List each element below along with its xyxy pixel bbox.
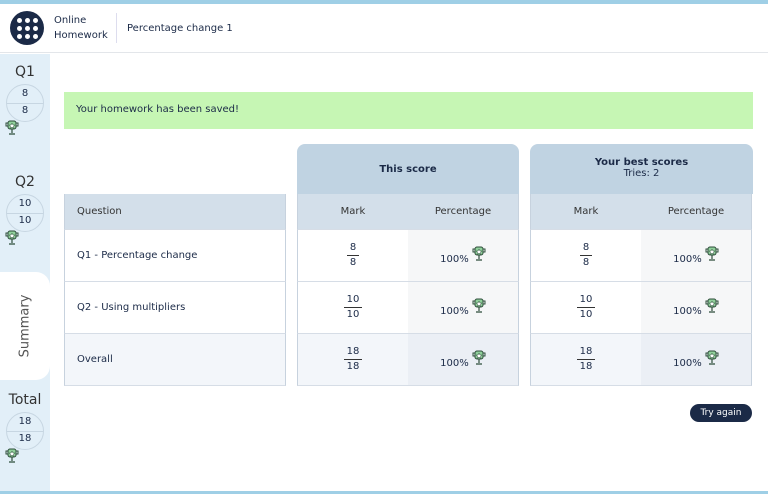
this-score-title: This score	[379, 164, 437, 175]
question-name[interactable]: Q1 - Percentage change	[64, 230, 286, 282]
trophy-icon	[705, 350, 719, 366]
table-row-overall: Overall 18 18 100% 18 18 100%	[64, 334, 752, 386]
score-circle: 88	[6, 84, 44, 122]
table-row[interactable]: Q2 - Using multipliers 10 10 100% 10 10 10…	[64, 282, 752, 334]
column-best-mark: Mark	[530, 194, 641, 230]
question-name[interactable]: Q2 - Using multipliers	[64, 282, 286, 334]
page-title: Percentage change 1	[127, 22, 233, 34]
best-percentage: 100%	[673, 306, 702, 317]
column-best-percentage: Percentage	[641, 194, 752, 230]
column-question: Question	[64, 194, 286, 230]
header: Online Homework Percentage change 1	[0, 4, 768, 53]
percentage: 100%	[440, 358, 469, 369]
sidebar-tab-q2[interactable]: Q2 10 10	[0, 164, 50, 232]
trophy-icon	[705, 246, 719, 262]
score-circle: 18 18	[6, 412, 44, 450]
trophy-icon	[472, 246, 486, 262]
score-numerator: 18	[18, 416, 32, 427]
trophy-icon	[5, 120, 19, 136]
divider	[116, 13, 117, 43]
sidebar: Q1 88 Q2 10 10 Summary Total 18 18	[0, 54, 50, 491]
best-percentage: 100%	[673, 358, 702, 369]
best-mark-fraction: 18 18	[576, 345, 596, 374]
brand-name: Online Homework	[54, 15, 108, 41]
percentage: 100%	[440, 306, 469, 317]
best-mark-fraction: 10 10	[576, 293, 596, 322]
score-denominator: 18	[18, 433, 32, 444]
score-circle: 10 10	[6, 194, 44, 232]
sidebar-tab-summary[interactable]: Summary	[0, 272, 50, 380]
saved-banner: Your homework has been saved!	[64, 92, 753, 129]
score-denominator: 10	[18, 215, 32, 226]
sidebar-tab-total[interactable]: Total 18 18	[0, 382, 50, 450]
score-numerator: 10	[18, 198, 32, 209]
mark-fraction: 10 10	[343, 293, 363, 322]
trophy-icon	[5, 448, 19, 464]
score-denominator: 8	[21, 105, 29, 116]
mark-fraction: 18 18	[343, 345, 363, 374]
tab-label: Total	[8, 392, 42, 408]
tab-label: Q2	[15, 174, 35, 190]
trophy-icon	[472, 298, 486, 314]
best-percentage: 100%	[673, 254, 702, 265]
mark-fraction: 88	[346, 241, 360, 270]
trophy-icon	[472, 350, 486, 366]
table-header-row: Question Mark Percentage Mark Percentage	[64, 194, 752, 230]
sidebar-tab-q1[interactable]: Q1 88	[0, 54, 50, 122]
table-row[interactable]: Q1 - Percentage change 88 100% 88 100%	[64, 230, 752, 282]
tab-label: Q1	[15, 64, 35, 80]
percentage: 100%	[440, 254, 469, 265]
best-scores-header: Your best scores Tries: 2	[530, 144, 753, 194]
column-mark: Mark	[297, 194, 408, 230]
score-numerator: 8	[21, 88, 29, 99]
question-name: Overall	[64, 334, 286, 386]
trophy-icon	[705, 298, 719, 314]
tries-count: Tries: 2	[623, 168, 660, 179]
try-again-button[interactable]: Try again	[690, 404, 752, 422]
scores-table: Question Mark Percentage Mark Percentage…	[64, 194, 752, 386]
best-mark-fraction: 88	[579, 241, 593, 270]
trophy-icon	[5, 230, 19, 246]
logo-icon[interactable]	[10, 11, 44, 45]
tab-label: Summary	[17, 294, 33, 358]
best-scores-title: Your best scores	[594, 157, 689, 168]
this-score-header: This score	[297, 144, 519, 194]
column-percentage: Percentage	[408, 194, 519, 230]
